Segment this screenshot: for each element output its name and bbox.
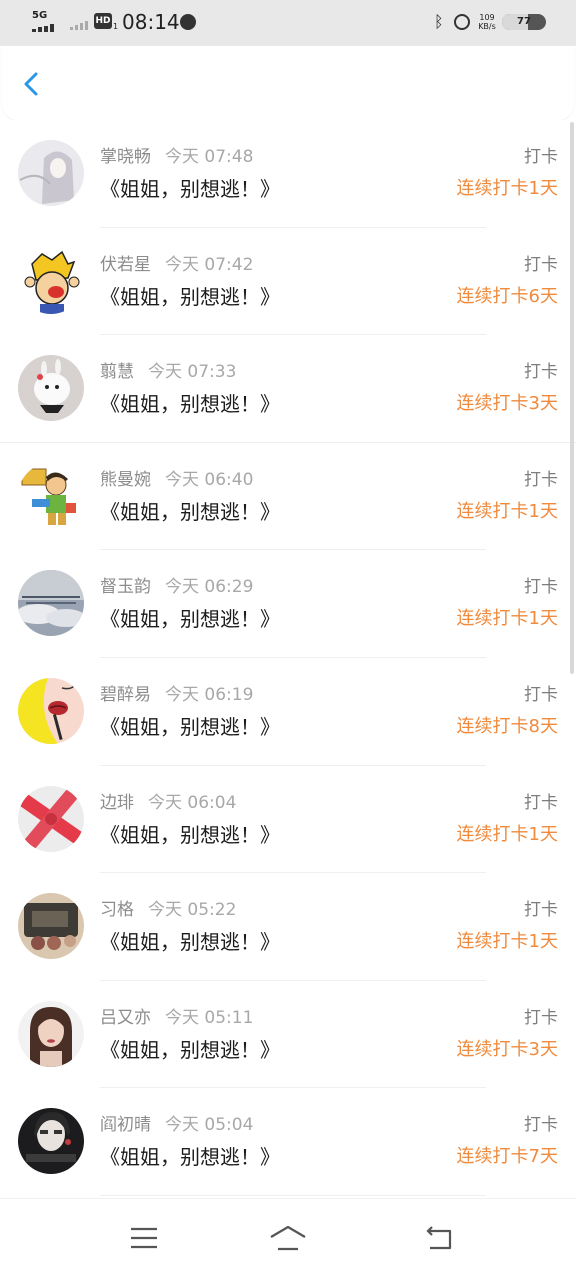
hd-voice-icon: HD bbox=[94, 13, 112, 29]
list-item[interactable]: 吕又亦 今天 05:11 《姐姐，别想逃！》 打卡 连续打卡3天 bbox=[0, 980, 576, 1089]
recent-apps-button[interactable] bbox=[124, 1223, 164, 1255]
streak-label: 连续打卡6天 bbox=[456, 285, 558, 307]
checkin-tag: 打卡 bbox=[524, 900, 558, 921]
streak-label: 连续打卡1天 bbox=[456, 931, 558, 953]
streak-label: 连续打卡3天 bbox=[456, 1038, 558, 1060]
back-icon bbox=[426, 1226, 452, 1250]
timestamp: 今天 06:40 bbox=[165, 469, 254, 490]
location-icon bbox=[180, 14, 196, 30]
scrollbar[interactable] bbox=[570, 122, 574, 674]
alarm-icon bbox=[454, 14, 470, 30]
book-title: 《姐姐，别想逃！》 bbox=[100, 930, 280, 955]
avatar bbox=[18, 1000, 84, 1067]
streak-label: 连续打卡3天 bbox=[456, 393, 558, 415]
book-title: 《姐姐，别想逃！》 bbox=[100, 822, 280, 847]
bluetooth-icon: ᛒ bbox=[434, 12, 444, 31]
user-name: 阎初晴 今天 05:04 bbox=[100, 1115, 254, 1136]
cellular-signal-icon: 5G bbox=[32, 11, 62, 33]
streak-label: 连续打卡1天 bbox=[456, 608, 558, 630]
user-name: 碧醉易 今天 06:19 bbox=[100, 684, 254, 705]
chevron-left-icon bbox=[24, 72, 38, 96]
book-title: 《姐姐，别想逃！》 bbox=[100, 177, 280, 201]
checkin-list: 掌晓畅 今天 07:48 《姐姐，别想逃！》 打卡 连续打卡1天 伏若星 今天 07… bbox=[0, 120, 576, 1196]
home-button[interactable] bbox=[268, 1223, 308, 1255]
book-title: 《姐姐，别想逃！》 bbox=[100, 1037, 280, 1062]
book-title: 《姐姐，别想逃！》 bbox=[100, 499, 280, 524]
checkin-tag: 打卡 bbox=[524, 362, 558, 383]
checkin-tag: 打卡 bbox=[524, 792, 558, 813]
home-icon bbox=[270, 1225, 306, 1251]
book-title: 《姐姐，别想逃！》 bbox=[100, 392, 280, 417]
timestamp: 今天 06:04 bbox=[148, 792, 237, 813]
timestamp: 今天 05:04 bbox=[165, 1115, 254, 1136]
avatar bbox=[18, 355, 84, 422]
user-name: 吕又亦 今天 05:11 bbox=[100, 1007, 254, 1028]
battery-level: 77 bbox=[517, 16, 531, 27]
timestamp: 今天 05:22 bbox=[148, 900, 237, 921]
streak-label: 连续打卡8天 bbox=[456, 715, 558, 737]
avatar bbox=[18, 893, 84, 960]
streak-label: 连续打卡7天 bbox=[456, 1146, 558, 1168]
list-item[interactable]: 碧醉易 今天 06:19 《姐姐，别想逃！》 打卡 连续打卡8天 bbox=[0, 657, 576, 766]
checkin-tag: 打卡 bbox=[524, 254, 558, 275]
timestamp: 今天 07:42 bbox=[165, 254, 254, 275]
user-name: 伏若星 今天 07:42 bbox=[100, 254, 254, 275]
list-item[interactable]: 习格 今天 05:22 《姐姐，别想逃！》 打卡 连续打卡1天 bbox=[0, 873, 576, 981]
system-nav-bar bbox=[0, 1198, 576, 1280]
user-name: 熊曼婉 今天 06:40 bbox=[100, 469, 254, 490]
timestamp: 今天 06:29 bbox=[165, 577, 254, 598]
streak-label: 连续打卡1天 bbox=[456, 178, 558, 199]
timestamp: 今天 06:19 bbox=[165, 684, 254, 705]
streak-label: 连续打卡1天 bbox=[456, 500, 558, 522]
avatar bbox=[18, 677, 84, 744]
checkin-tag: 打卡 bbox=[524, 1115, 558, 1136]
avatar bbox=[18, 785, 84, 852]
app-header bbox=[2, 48, 574, 120]
network-type: 5G bbox=[32, 10, 48, 21]
checkin-tag: 打卡 bbox=[524, 684, 558, 705]
checkin-tag: 打卡 bbox=[524, 147, 558, 167]
list-item[interactable]: 阎初晴 今天 05:04 《姐姐，别想逃！》 打卡 连续打卡7天 bbox=[0, 1088, 576, 1196]
timestamp: 今天 05:11 bbox=[165, 1007, 254, 1028]
menu-icon bbox=[131, 1227, 157, 1249]
back-nav-button[interactable] bbox=[420, 1223, 460, 1255]
user-name: 边琲 今天 06:04 bbox=[100, 792, 237, 813]
divider bbox=[100, 1194, 486, 1196]
network-speed: 109 KB/s bbox=[478, 13, 496, 31]
list-item[interactable]: 翦慧 今天 07:33 《姐姐，别想逃！》 打卡 连续打卡3天 bbox=[0, 335, 576, 443]
hd-sim-index: 1 bbox=[113, 22, 119, 31]
checkin-tag: 打卡 bbox=[524, 469, 558, 490]
status-bar: 5G HD 1 08:14 ᛒ 109 KB/s 77 bbox=[0, 0, 576, 46]
user-name: 翦慧 今天 07:33 bbox=[100, 362, 237, 383]
checkin-tag: 打卡 bbox=[524, 577, 558, 598]
book-title: 《姐姐，别想逃！》 bbox=[100, 607, 280, 632]
user-name: 督玉韵 今天 06:29 bbox=[100, 577, 254, 598]
avatar bbox=[18, 140, 84, 206]
avatar bbox=[18, 570, 84, 637]
list-item[interactable]: 督玉韵 今天 06:29 《姐姐，别想逃！》 打卡 连续打卡1天 bbox=[0, 550, 576, 658]
list-item[interactable]: 掌晓畅 今天 07:48 《姐姐，别想逃！》 打卡 连续打卡1天 bbox=[0, 120, 576, 228]
battery-icon: 77 bbox=[502, 14, 546, 30]
book-title: 《姐姐，别想逃！》 bbox=[100, 284, 280, 309]
avatar bbox=[18, 247, 84, 314]
list-item[interactable]: 边琲 今天 06:04 《姐姐，别想逃！》 打卡 连续打卡1天 bbox=[0, 765, 576, 874]
book-title: 《姐姐，别想逃！》 bbox=[100, 1145, 280, 1170]
avatar bbox=[18, 1108, 84, 1175]
back-button[interactable] bbox=[14, 66, 50, 102]
clock: 08:14 bbox=[122, 10, 180, 34]
user-name: 习格 今天 05:22 bbox=[100, 900, 237, 921]
streak-label: 连续打卡1天 bbox=[456, 823, 558, 845]
secondary-signal-icon bbox=[70, 20, 92, 30]
timestamp: 今天 07:33 bbox=[148, 362, 237, 383]
list-item[interactable]: 伏若星 今天 07:42 《姐姐，别想逃！》 打卡 连续打卡6天 bbox=[0, 227, 576, 336]
avatar bbox=[18, 462, 84, 529]
list-item[interactable]: 熊曼婉 今天 06:40 《姐姐，别想逃！》 打卡 连续打卡1天 bbox=[0, 442, 576, 551]
timestamp: 今天 07:48 bbox=[165, 147, 254, 167]
book-title: 《姐姐，别想逃！》 bbox=[100, 714, 280, 739]
checkin-tag: 打卡 bbox=[524, 1007, 558, 1028]
user-name: 掌晓畅 今天 07:48 bbox=[100, 147, 254, 167]
